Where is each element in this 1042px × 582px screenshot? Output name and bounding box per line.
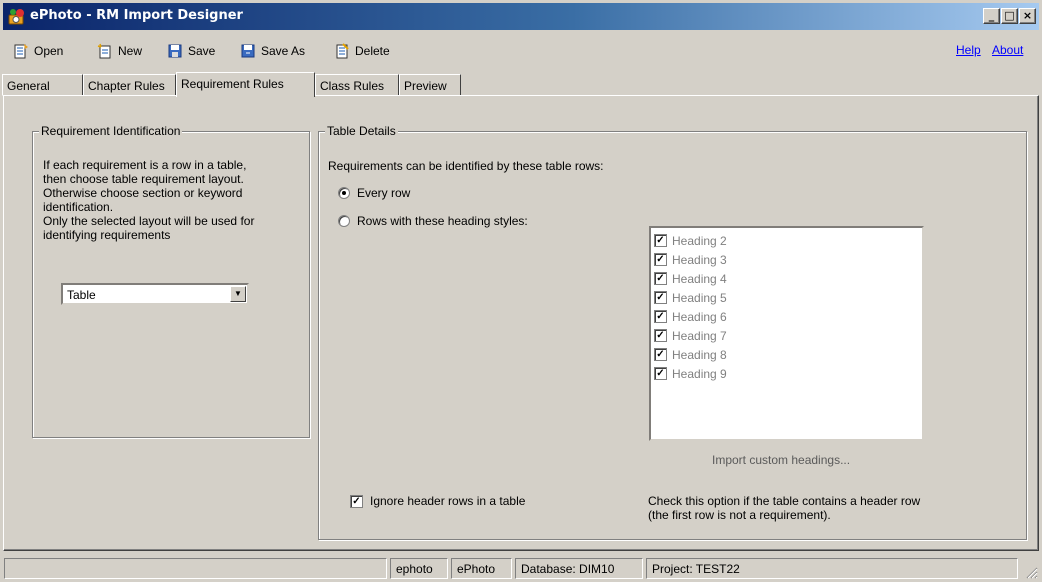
resize-grip-icon[interactable]: [1024, 565, 1038, 579]
list-item[interactable]: ✓ Heading 3: [651, 250, 922, 269]
new-label: New: [118, 44, 143, 58]
heading-label: Heading 2: [672, 233, 727, 248]
checkbox-checked-icon: ✓: [654, 291, 667, 304]
ignore-header-note: Check this option if the table contains …: [648, 494, 978, 522]
tab-requirement-rules[interactable]: Requirement Rules: [176, 72, 315, 97]
heading-label: Heading 9: [672, 366, 727, 381]
checkbox-checked-icon: ✓: [654, 253, 667, 266]
checkbox-checked-icon: ✓: [654, 310, 667, 323]
title-bar-fill[interactable]: ePhoto - RM Import Designer _ □ ×: [3, 3, 1039, 30]
window-title: ePhoto - RM Import Designer: [30, 8, 243, 23]
layout-dropdown-value: Table: [67, 288, 96, 302]
heading-styles-list[interactable]: ✓ Heading 2 ✓ Heading 3 ✓ Heading 4 ✓ Headin…: [649, 226, 924, 441]
radio-unselected-icon: [338, 215, 350, 227]
description-line: identifying requirements: [43, 228, 171, 242]
every-row-radio[interactable]: Every row: [338, 186, 410, 200]
table-details-legend: Table Details: [325, 124, 398, 138]
app-icon: [8, 9, 24, 25]
radio-selected-icon: [338, 187, 350, 199]
toolbar: Open New Save Save As Delete Help About: [0, 34, 1042, 64]
delete-icon: [336, 43, 349, 59]
save-as-label: Save As: [261, 44, 306, 58]
checkbox-checked-icon: ✓: [350, 494, 363, 508]
status-panel-message: [4, 558, 387, 579]
requirement-identification-legend: Requirement Identification: [39, 124, 183, 138]
tab-chapter-rules[interactable]: Chapter Rules: [83, 74, 176, 96]
checkbox-checked-icon: ✓: [654, 272, 667, 285]
help-link[interactable]: Help: [956, 43, 981, 57]
maximize-icon: □: [1004, 9, 1015, 22]
checkbox-checked-icon: ✓: [654, 329, 667, 342]
status-user: ephoto: [390, 558, 448, 579]
description-line: identification.: [43, 200, 114, 214]
about-link[interactable]: About: [992, 43, 1023, 57]
requirement-identification-description: If each requirement is a row in a table,…: [43, 158, 303, 242]
layout-dropdown[interactable]: Table ▼: [61, 283, 249, 305]
save-icon: [168, 44, 182, 58]
heading-label: Heading 7: [672, 328, 727, 343]
close-button[interactable]: ×: [1019, 8, 1036, 24]
heading-label: Heading 4: [672, 271, 727, 286]
tab-general[interactable]: General: [2, 74, 83, 96]
list-item[interactable]: ✓ Heading 2: [651, 231, 922, 250]
chevron-down-icon[interactable]: ▼: [230, 286, 246, 302]
checkbox-checked-icon: ✓: [654, 348, 667, 361]
tab-class-rules[interactable]: Class Rules: [315, 74, 399, 96]
delete-button[interactable]: Delete: [334, 42, 390, 60]
list-item[interactable]: ✓ Heading 6: [651, 307, 922, 326]
save-label: Save: [188, 44, 216, 58]
checkbox-checked-icon: ✓: [654, 367, 667, 380]
heading-label: Heading 8: [672, 347, 727, 362]
import-custom-headings-button[interactable]: Import custom headings...: [712, 453, 850, 467]
heading-label: Heading 5: [672, 290, 727, 305]
status-database: Database: DIM10: [515, 558, 643, 579]
note-line: (the first row is not a requirement).: [648, 508, 831, 522]
open-label: Open: [34, 44, 64, 58]
tab-preview[interactable]: Preview: [399, 74, 461, 96]
list-item[interactable]: ✓ Heading 9: [651, 364, 922, 383]
requirement-identification-group: Requirement Identification If each requi…: [32, 124, 310, 438]
heading-label: Heading 3: [672, 252, 727, 267]
new-icon: [97, 43, 111, 59]
delete-label: Delete: [355, 44, 390, 58]
save-as-button[interactable]: Save As: [240, 42, 305, 60]
ignore-header-rows-label: Ignore header rows in a table: [370, 494, 526, 508]
description-line: If each requirement is a row in a table,: [43, 158, 247, 172]
requirement-rules-page: Requirement Identification If each requi…: [3, 95, 1039, 551]
save-as-icon: [241, 44, 255, 58]
heading-styles-label: Rows with these heading styles:: [357, 214, 528, 228]
status-app: ePhoto: [451, 558, 512, 579]
ignore-header-rows-checkbox[interactable]: ✓ Ignore header rows in a table: [350, 494, 525, 508]
close-icon: ×: [1022, 9, 1033, 22]
list-item[interactable]: ✓ Heading 5: [651, 288, 922, 307]
description-line: Only the selected layout will be used fo…: [43, 214, 255, 228]
new-button[interactable]: New: [97, 42, 142, 60]
open-button[interactable]: Open: [13, 42, 63, 60]
every-row-label: Every row: [357, 186, 411, 200]
heading-label: Heading 6: [672, 309, 727, 324]
note-line: Check this option if the table contains …: [648, 494, 921, 508]
status-bar: ephoto ePhoto Database: DIM10 Project: T…: [0, 555, 1042, 582]
list-item[interactable]: ✓ Heading 7: [651, 326, 922, 345]
status-project: Project: TEST22: [646, 558, 1018, 579]
table-details-intro: Requirements can be identified by these …: [328, 159, 604, 173]
heading-styles-radio[interactable]: Rows with these heading styles:: [338, 214, 528, 228]
title-bar: ePhoto - RM Import Designer _ □ ×: [0, 0, 1042, 34]
save-button[interactable]: Save: [167, 42, 215, 60]
open-icon: [14, 44, 28, 59]
minimize-icon: _: [988, 9, 995, 22]
maximize-button[interactable]: □: [1001, 8, 1018, 24]
list-item[interactable]: ✓ Heading 8: [651, 345, 922, 364]
description-line: then choose table requirement layout.: [43, 172, 244, 186]
description-line: Otherwise choose section or keyword: [43, 186, 243, 200]
minimize-button[interactable]: _: [983, 8, 1000, 24]
checkbox-checked-icon: ✓: [654, 234, 667, 247]
list-item[interactable]: ✓ Heading 4: [651, 269, 922, 288]
